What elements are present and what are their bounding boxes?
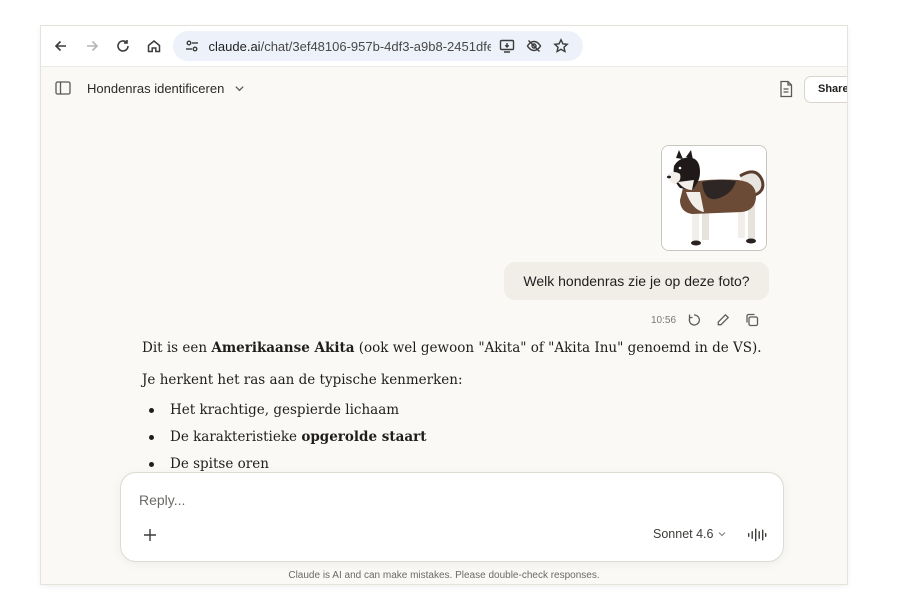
assistant-message: Dit is een Amerikaanse Akita (ook wel ge… (142, 338, 782, 481)
browser-toolbar: claude.ai/chat/3ef48106-957b-4df3-a9b8-2… (41, 26, 847, 67)
assistant-bold-text: Amerikaanse Akita (211, 340, 355, 356)
list-item-bold-text: opgerolde staart (301, 429, 427, 445)
document-icon[interactable] (778, 80, 794, 98)
add-attachment-icon[interactable] (141, 526, 159, 544)
user-message-bubble: Welk hondenras zie je op deze foto? (504, 262, 769, 300)
message-timestamp: 10:56 (651, 314, 677, 326)
assistant-text: Dit is een (142, 340, 212, 356)
sidebar-toggle-icon[interactable] (53, 78, 73, 98)
forward-arrow-icon[interactable] (76, 31, 107, 61)
assistant-text: (ook wel gewoon "Akita" of "Akita Inu" g… (354, 340, 762, 356)
url-text: claude.ai/chat/3ef48106-957b-4df3-a9b8-2… (209, 39, 491, 54)
dog-illustration (662, 146, 766, 250)
browser-window: claude.ai/chat/3ef48106-957b-4df3-a9b8-2… (41, 26, 847, 584)
user-uploaded-dog-image[interactable] (661, 145, 767, 251)
assistant-bullet-list: Het krachtige, gespierde lichaam De kara… (142, 400, 782, 475)
share-button[interactable]: Share (804, 76, 847, 103)
address-bar[interactable]: claude.ai/chat/3ef48106-957b-4df3-a9b8-2… (173, 31, 583, 61)
voice-waveform-icon[interactable] (746, 526, 768, 544)
star-icon[interactable] (550, 34, 573, 58)
list-item: De karakteristieke opgerolde staart (142, 427, 782, 448)
eye-off-icon[interactable] (522, 34, 545, 58)
site-settings-icon[interactable] (183, 37, 201, 55)
message-composer: Sonnet 4.6 (120, 472, 784, 562)
chat-header: Hondenras identificeren Share (41, 68, 847, 108)
url-host: claude.ai (208, 38, 261, 54)
list-item-text: De karakteristieke (170, 429, 302, 445)
user-message-actions: 10:56 (651, 310, 773, 330)
assistant-paragraph: Dit is een Amerikaanse Akita (ook wel ge… (142, 338, 782, 359)
model-selector[interactable]: Sonnet 4.6 (653, 527, 726, 541)
chat-title[interactable]: Hondenras identificeren (87, 81, 224, 96)
copy-icon[interactable] (744, 312, 760, 328)
list-item: Het krachtige, gespierde lichaam (142, 400, 782, 421)
back-arrow-icon[interactable] (45, 31, 76, 61)
home-icon[interactable] (138, 31, 169, 61)
chevron-down-icon (718, 530, 726, 538)
retry-icon[interactable] (686, 312, 702, 328)
chevron-down-icon[interactable] (234, 81, 248, 95)
url-path: /chat/3ef48106-957b-4df3-a9b8-2451dfe... (260, 38, 491, 54)
edit-pencil-icon[interactable] (715, 312, 731, 328)
model-name: Sonnet 4.6 (653, 527, 714, 541)
reply-input[interactable] (139, 489, 639, 511)
reload-icon[interactable] (107, 31, 138, 61)
install-app-icon[interactable] (495, 34, 518, 58)
assistant-paragraph: Je herkent het ras aan de typische kenme… (142, 372, 463, 388)
ai-disclaimer: Claude is AI and can make mistakes. Plea… (288, 570, 600, 581)
